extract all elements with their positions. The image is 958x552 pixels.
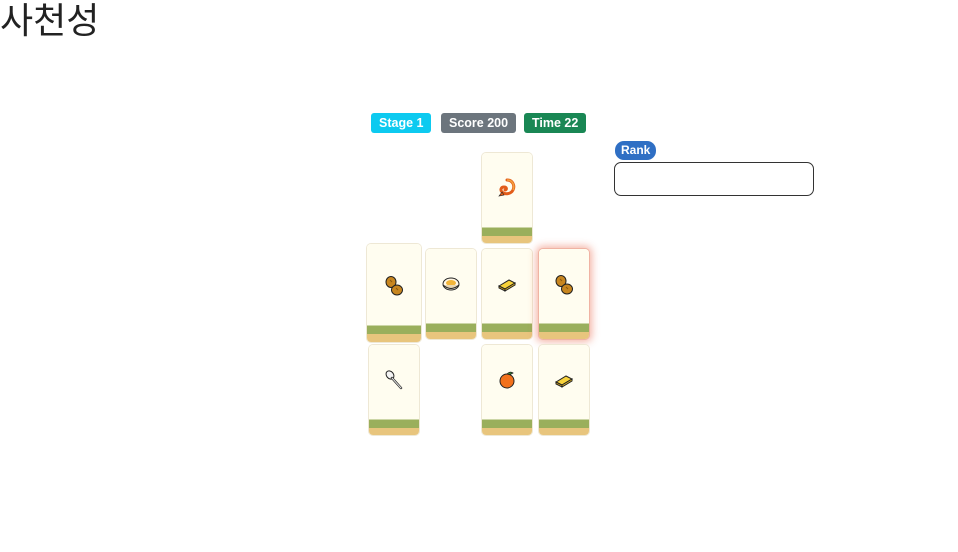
tile-fried-egg-bowl[interactable]: [426, 249, 476, 339]
tile-orange[interactable]: [482, 345, 532, 435]
score-badge: Score 200: [441, 113, 517, 133]
fried-egg-bowl-icon: [442, 277, 460, 291]
tile-spoon[interactable]: [369, 345, 419, 435]
rank-badge: Rank: [615, 141, 657, 160]
peanut-icon: [555, 275, 573, 295]
tile-butter[interactable]: [482, 249, 532, 339]
butter-icon: [554, 375, 574, 388]
tile-peanut[interactable]: [367, 244, 421, 342]
page-title: 사천성: [0, 1, 100, 42]
spoon-icon: [385, 370, 403, 390]
rank-list-box: [614, 162, 814, 196]
tile-butter[interactable]: [539, 345, 589, 435]
tile-peanut-selected[interactable]: [539, 249, 589, 339]
time-badge: Time 22: [524, 113, 587, 133]
stage-badge: Stage 1: [371, 113, 432, 133]
orange-icon: [499, 371, 515, 389]
shrimp-icon: [498, 178, 516, 197]
butter-icon: [497, 279, 517, 292]
peanut-icon: [385, 276, 403, 296]
game-page: 사천성 Stage 1 Score 200 Time 22 Rank: [0, 0, 958, 552]
tile-shrimp[interactable]: [482, 153, 532, 243]
